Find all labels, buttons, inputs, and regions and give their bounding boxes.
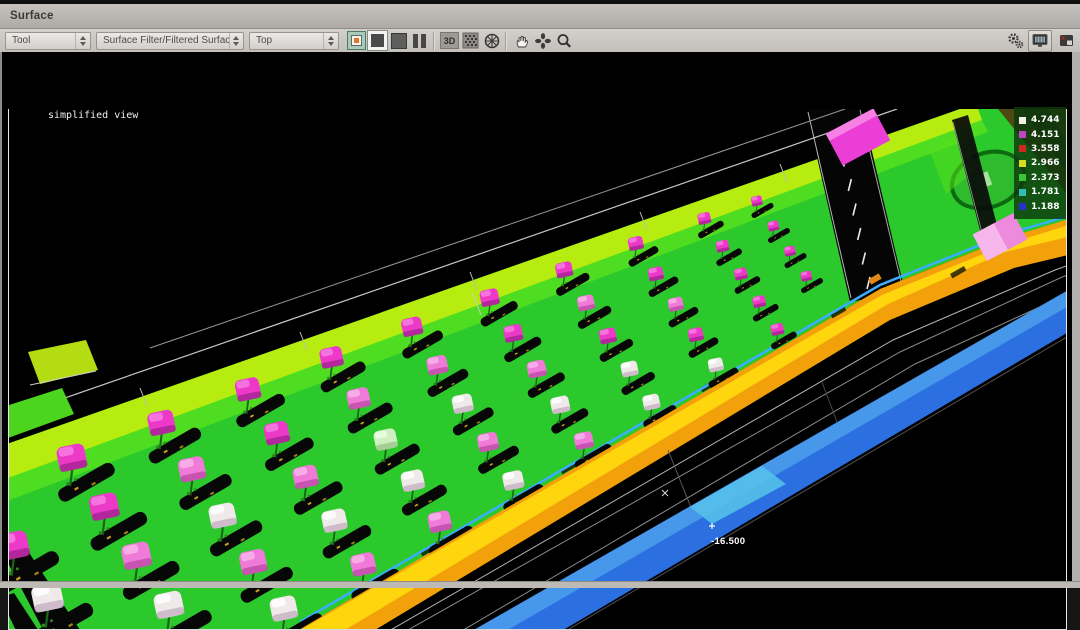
view-mode-label: simplified view [48, 110, 138, 121]
legend-color-swatch [1019, 145, 1026, 152]
toolbar: Tool Surface Filter/Filtered Surface Top… [0, 29, 1080, 52]
settings-gears-icon [1006, 31, 1025, 51]
surface-3d-viewport[interactable]: simplified view -16.500 4.744 4.151 3.558 2… [0, 52, 1080, 582]
tool-dropdown[interactable]: Tool [5, 32, 91, 50]
layout-button[interactable] [1057, 31, 1076, 50]
screen-icon [1031, 33, 1049, 49]
legend-value: 1.781 [1031, 187, 1059, 197]
square-outline-icon [368, 31, 387, 50]
mesh-display-button[interactable] [461, 31, 480, 50]
view-orientation-dropdown-label: Top [250, 35, 272, 46]
dual-bars-button[interactable] [410, 31, 429, 50]
legend-color-swatch [1019, 174, 1026, 181]
elevation-measurement-label: -16.500 [711, 536, 745, 547]
window-title: Surface [0, 10, 54, 22]
legend-value: 1.188 [1031, 202, 1059, 212]
3d-view-button[interactable]: 3D [440, 31, 459, 50]
pan-hand-icon [513, 32, 531, 50]
legend-entry: 4.151 [1019, 127, 1066, 141]
mesh-icon [462, 32, 479, 49]
dropdown-stepper-icon [229, 33, 243, 49]
toolbar-separator [505, 32, 506, 50]
legend-entry: 1.188 [1019, 199, 1066, 213]
legend-value: 2.373 [1031, 173, 1059, 183]
dropdown-stepper-icon [75, 33, 90, 49]
window-left-edge [0, 52, 2, 582]
elevation-legend: 4.744 4.151 3.558 2.966 2.373 1.781 1.188 [1014, 107, 1066, 219]
pan-button[interactable] [512, 31, 531, 50]
view-orientation-dropdown[interactable]: Top [249, 32, 339, 50]
viewport-border [8, 109, 9, 630]
legend-value: 2.966 [1031, 158, 1059, 168]
toolbar-separator [433, 32, 434, 50]
wheel-icon [483, 32, 501, 50]
point-style-icon [347, 31, 366, 50]
layout-windows-icon [1059, 34, 1075, 48]
legend-color-swatch [1019, 131, 1026, 138]
dual-bars-icon [413, 34, 426, 48]
orbit-button[interactable] [533, 31, 552, 50]
settings-button[interactable] [1006, 31, 1025, 50]
application-window: { "window": { "title": "Surface" }, "too… [0, 0, 1080, 587]
legend-entry: 2.966 [1019, 156, 1066, 170]
3d-icon: 3D [440, 32, 459, 49]
legend-color-swatch [1019, 160, 1026, 167]
square-filled-icon [391, 33, 407, 49]
dropdown-stepper-icon [323, 33, 338, 49]
viewport-border [1066, 109, 1067, 630]
window-right-edge [1072, 52, 1080, 582]
tool-dropdown-label: Tool [6, 35, 30, 46]
toolbar-right-group [1004, 29, 1076, 52]
square-outline-button[interactable] [368, 31, 387, 50]
wheel-view-button[interactable] [482, 31, 501, 50]
square-filled-button[interactable] [389, 31, 408, 50]
legend-color-swatch [1019, 203, 1026, 210]
zoom-magnifier-icon [555, 32, 573, 50]
surface-filter-dropdown-label: Surface Filter/Filtered Surface [97, 35, 229, 46]
legend-entry: 4.744 [1019, 113, 1066, 127]
legend-color-swatch [1019, 189, 1026, 196]
legend-value: 4.151 [1031, 130, 1059, 140]
display-settings-button[interactable] [1028, 30, 1052, 52]
legend-value: 4.744 [1031, 115, 1059, 125]
legend-entry: 1.781 [1019, 185, 1066, 199]
legend-entry: 3.558 [1019, 142, 1066, 156]
legend-entry: 2.373 [1019, 171, 1066, 185]
scene-canvas[interactable] [8, 109, 1066, 630]
legend-color-swatch [1019, 117, 1026, 124]
point-style-button[interactable] [347, 31, 366, 50]
title-bar[interactable]: Surface [0, 4, 1080, 29]
orbit-rotate-icon [534, 32, 552, 50]
legend-value: 3.558 [1031, 144, 1059, 154]
surface-filter-dropdown[interactable]: Surface Filter/Filtered Surface [96, 32, 244, 50]
zoom-button[interactable] [554, 31, 573, 50]
